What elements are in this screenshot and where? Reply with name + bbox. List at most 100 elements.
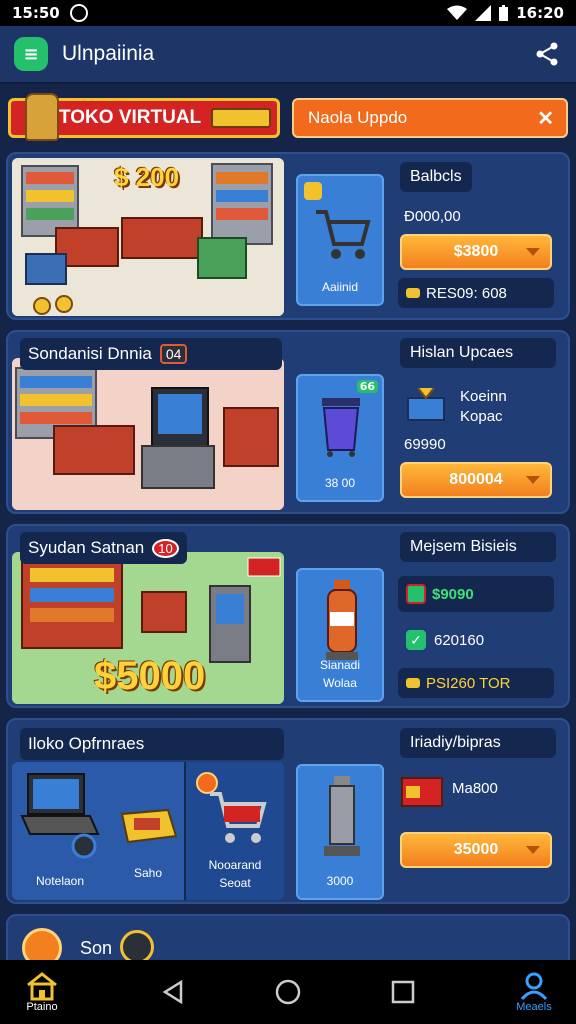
toolbox-icon	[401, 777, 443, 807]
wifi-icon	[447, 5, 468, 20]
clock-icon	[120, 930, 154, 960]
ribbon-tag-icon	[211, 108, 271, 128]
toko-virtual-banner: TOKO VIRTUAL	[8, 93, 280, 141]
trophy-icon	[25, 93, 59, 141]
store-scene-3: $5000	[12, 552, 284, 704]
shop-card-2: Sondanisi Dnnia 04 66 38 00 Hislan Upcae…	[6, 330, 570, 514]
close-icon[interactable]: ✕	[537, 106, 554, 131]
info-bar-3: PSI260 TOR	[398, 668, 554, 698]
card-title-3: Syudan Satnan 10	[20, 532, 187, 564]
buy-button-4[interactable]: 35000	[400, 832, 552, 868]
card-title-2: Sondanisi Dnnia 04	[20, 338, 282, 370]
product-name-2: Kopac	[460, 408, 503, 425]
info-bar-1: RES09: 608	[398, 278, 554, 308]
coin-icon	[406, 678, 420, 688]
buy-button-label: $3800	[453, 243, 499, 260]
banner-title: TOKO VIRTUAL	[59, 107, 202, 128]
back-icon[interactable]	[159, 978, 187, 1006]
card-title-text: Sondanisi Dnnia	[28, 344, 152, 363]
scene-price: $ 200	[114, 162, 180, 192]
profile-icon	[520, 972, 548, 1001]
home-icon	[27, 972, 57, 1001]
card-label: Saho	[133, 866, 163, 880]
share-icon	[536, 42, 558, 66]
stanchion-post-icon	[324, 776, 360, 856]
notice-bar[interactable]: Naola Uppdo ✕	[292, 98, 568, 138]
product-price: 69990	[404, 436, 446, 453]
store-scene-2	[12, 358, 284, 510]
shop-card-5-partial: Son	[6, 914, 570, 960]
nav-home[interactable]: Ptaino	[12, 971, 72, 1013]
fire-extinguisher-icon	[326, 580, 358, 660]
status-bar: 15:50 16:20	[0, 0, 576, 26]
check-icon: ✓	[406, 630, 426, 650]
price-check-row[interactable]: ✓ 620160	[406, 630, 484, 650]
scene-money: $5000	[94, 654, 206, 698]
package-box-icon	[407, 387, 445, 421]
store-app-icon[interactable]: ≡	[14, 37, 48, 71]
item-label-1: Sianadi	[319, 658, 361, 672]
coin-badge-icon	[22, 928, 62, 960]
product-name-1: Koeinn	[460, 388, 507, 405]
buy-button-label: 35000	[453, 841, 499, 858]
coin-icon	[406, 288, 420, 298]
electronics-store-illustration	[12, 358, 284, 510]
app-title: Ulnpaiinia	[62, 42, 155, 65]
upgrades-title: Hislan Upcaes	[400, 338, 556, 368]
buy-button-1[interactable]: $3800	[400, 234, 552, 270]
item-label: Aaiinid	[321, 280, 359, 294]
card-title-4: Iloko Opfrnraes	[20, 728, 284, 760]
laptop-label: Notelaon	[35, 874, 85, 888]
balance-value: Ð000,00	[404, 208, 461, 225]
item-label: 38 00	[324, 476, 356, 490]
shop-card-3: $5000 Syudan Satnan 10 Sianadi Wolaa Mej…	[6, 524, 570, 708]
cart-subpanel[interactable]: Nooarand Seoat	[184, 762, 284, 900]
card-title-badge: 10	[152, 538, 179, 558]
laptop-icon	[20, 773, 100, 859]
item-label-2: Wolaa	[323, 676, 357, 690]
green-check-icon	[406, 584, 426, 604]
barrier-post-item[interactable]: 3000	[296, 764, 384, 900]
store-scene-1: $ 200	[12, 158, 284, 316]
battery-icon	[499, 5, 509, 21]
fire-extinguisher-item[interactable]: Sianadi Wolaa	[296, 568, 384, 702]
home-circle-icon[interactable]	[274, 978, 302, 1006]
status-time-right: 16:20	[516, 4, 564, 22]
item-label: 3000	[326, 874, 354, 888]
shopping-cart-icon	[316, 210, 371, 259]
info-text: RES09: 608	[426, 284, 507, 302]
signal-icon	[475, 5, 492, 21]
shop-card-4: Iloko Opfrnraes Notelaon Saho Nooarand S…	[6, 718, 570, 904]
business-title: Mejsem Bisieis	[400, 532, 556, 562]
cart-label-1: Nooarand	[208, 858, 262, 872]
main-content: TOKO VIRTUAL Naola Uppdo ✕ $ 200 Aaiinid…	[0, 84, 576, 960]
app-bar: ≡ Ulnpaiinia	[0, 26, 576, 84]
nav-menu-label: Meaels	[516, 1001, 552, 1013]
recents-icon[interactable]	[389, 978, 417, 1006]
notice-text: Naola Uppdo	[308, 108, 408, 127]
cart-label-2: Seoat	[219, 876, 251, 890]
buy-button-label: 800004	[449, 471, 503, 488]
card-title-text: Syudan Satnan	[28, 538, 145, 557]
item-badge: 66	[356, 380, 378, 393]
shop-card-1: $ 200 Aaiinid Balbcls Ð000,00 $3800 RES0…	[6, 152, 570, 320]
nav-menu[interactable]: Meaels	[504, 971, 564, 1013]
balance-title: Balbcls	[400, 162, 472, 192]
trash-bin-item[interactable]: 66 38 00	[296, 374, 384, 502]
status-time-left: 15:50	[12, 4, 60, 22]
nav-home-label: Ptaino	[26, 1001, 58, 1013]
info-text: PSI260 TOR	[426, 674, 511, 692]
card-reader-icon	[120, 808, 178, 844]
price-green: $9090	[432, 585, 474, 603]
share-button[interactable]	[532, 39, 562, 69]
shopping-cart-item[interactable]: Aaiinid	[296, 174, 384, 306]
buy-button-2[interactable]: 800004	[400, 462, 552, 498]
product-price: Ma800	[452, 780, 498, 797]
notification-icon	[69, 4, 88, 22]
partial-card-title: Son	[80, 938, 113, 958]
shopping-cart-icon	[210, 792, 267, 843]
card-title-badge: 04	[159, 344, 188, 364]
trash-bin-icon	[322, 398, 360, 457]
price-row-green[interactable]: $9090	[398, 576, 554, 612]
bottom-nav: Ptaino Meaels	[0, 960, 576, 1024]
